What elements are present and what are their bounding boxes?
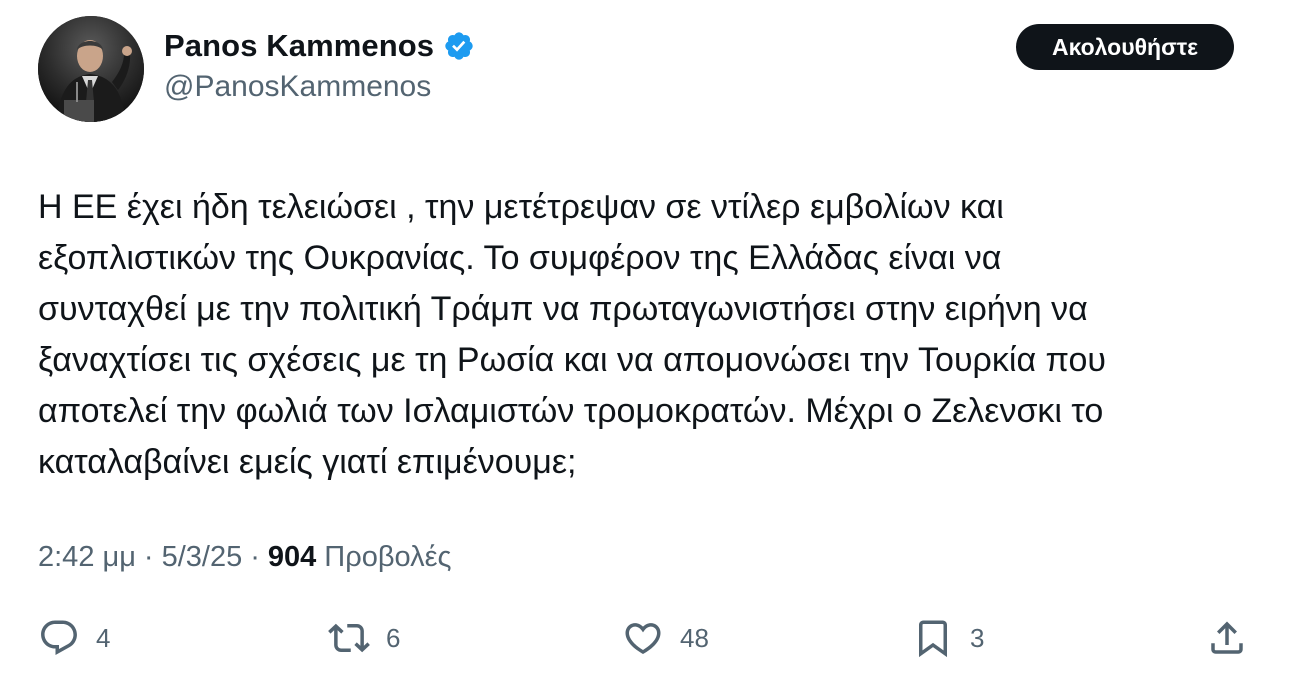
tweet-text-line: αποτελεί την φωλιά των Ισλαμιστών τρομοκ… xyxy=(38,392,1104,430)
tweet-time[interactable]: 2:42 μμ xyxy=(38,541,136,574)
bookmark-icon xyxy=(919,620,947,658)
tweet-text-line: Η ΕΕ έχει ήδη τελειώσει , την μετέτρεψαν… xyxy=(38,188,1004,226)
tweet-meta: 2:42 μμ · 5/3/25 · 904 Προβολές xyxy=(38,541,452,574)
tweet-text-line: ξαναχτίσει τις σχέσεις με τη Ρωσία και ν… xyxy=(38,341,1107,379)
heart-icon xyxy=(625,623,661,655)
avatar[interactable] xyxy=(38,16,144,122)
tweet-text: Η ΕΕ έχει ήδη τελειώσει , την μετέτρεψαν… xyxy=(38,182,1268,488)
avatar-image xyxy=(38,16,144,122)
author-name-row: Panos Kammenos xyxy=(164,24,475,68)
tweet-text-line: εξοπλιστικών της Ουκρανίας. Το συμφέρον … xyxy=(38,239,1002,277)
reply-icon xyxy=(41,620,77,655)
share-icon xyxy=(1211,621,1243,654)
reply-count: 4 xyxy=(96,622,111,653)
meta-separator: · xyxy=(143,541,154,573)
tweet-text-line: συνταχθεί με την πολιτική Τράμπ να πρωτα… xyxy=(38,290,1088,328)
author-display-name[interactable]: Panos Kammenos xyxy=(164,28,434,64)
retweet-count: 6 xyxy=(386,622,401,653)
tweet-text-line: καταλαβαίνει εμείς γιατί επιμένουμε; xyxy=(38,443,577,481)
retweet-icon xyxy=(328,623,370,653)
retweet-button[interactable]: 6 xyxy=(328,614,400,662)
verified-badge-icon xyxy=(443,30,475,62)
meta-separator: · xyxy=(250,541,260,573)
views-count: 904 xyxy=(267,541,317,573)
author-handle[interactable]: @PanosKammenos xyxy=(164,70,431,104)
reply-button[interactable]: 4 xyxy=(38,614,110,662)
bookmark-button[interactable]: 3 xyxy=(912,614,984,662)
like-count: 48 xyxy=(680,622,709,653)
share-button[interactable] xyxy=(1206,614,1248,662)
views-label: Προβολές xyxy=(324,541,452,573)
like-button[interactable]: 48 xyxy=(622,614,709,662)
follow-button[interactable]: Ακολουθήστε xyxy=(1016,24,1234,70)
tweet-date[interactable]: 5/3/25 xyxy=(162,541,243,574)
bookmark-count: 3 xyxy=(970,622,985,653)
